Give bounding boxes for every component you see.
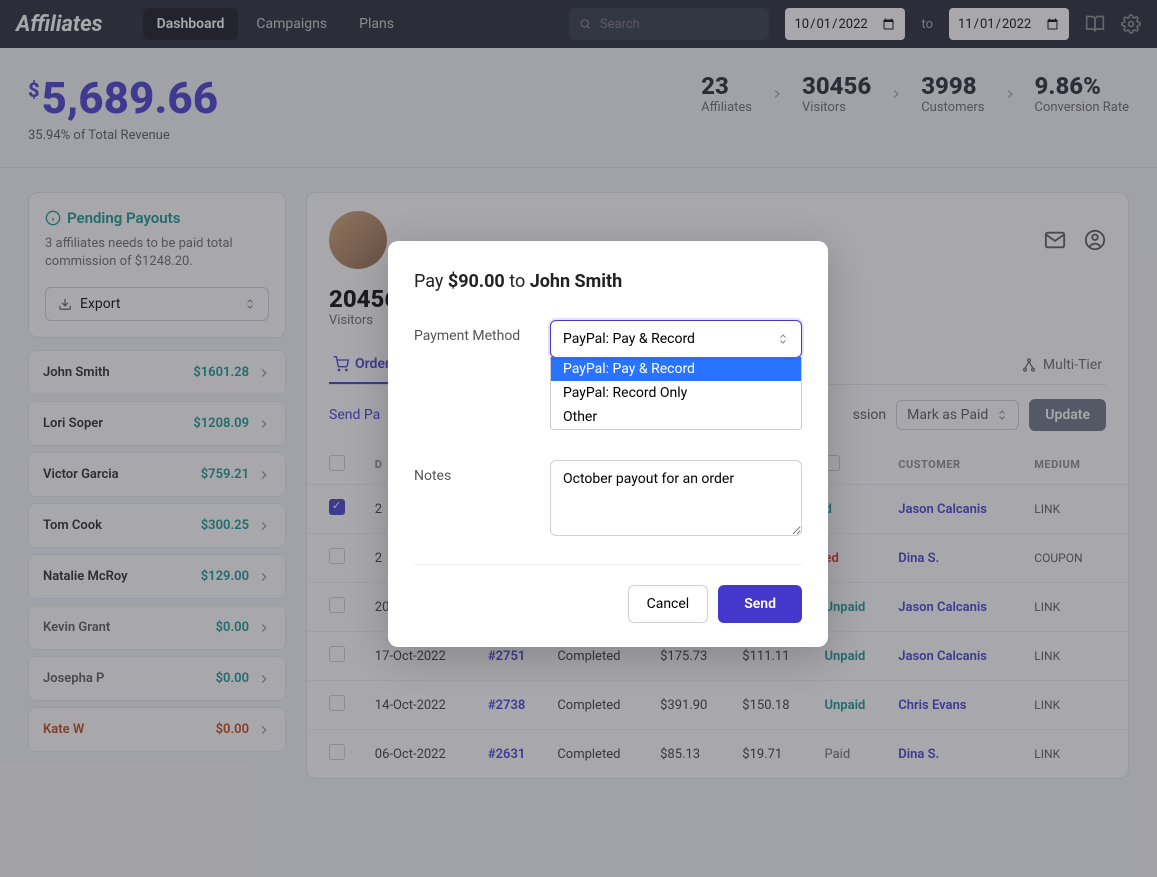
- payment-method-select[interactable]: PayPal: Pay & Record: [550, 320, 802, 358]
- payment-method-dropdown: PayPal: Pay & RecordPayPal: Record OnlyO…: [550, 357, 802, 430]
- payment-method-label: Payment Method: [414, 320, 550, 344]
- dropdown-option[interactable]: PayPal: Record Only: [551, 381, 801, 405]
- modal-title: Pay $90.00 to John Smith: [414, 271, 802, 292]
- dropdown-option[interactable]: Other: [551, 405, 801, 429]
- send-button[interactable]: Send: [718, 585, 802, 623]
- notes-textarea[interactable]: October payout for an order: [550, 460, 802, 536]
- chevron-updown-icon: [777, 332, 789, 346]
- notes-label: Notes: [414, 460, 550, 484]
- cancel-button[interactable]: Cancel: [628, 585, 709, 623]
- pay-modal: Pay $90.00 to John Smith Payment Method …: [388, 241, 828, 647]
- dropdown-option[interactable]: PayPal: Pay & Record: [551, 357, 801, 381]
